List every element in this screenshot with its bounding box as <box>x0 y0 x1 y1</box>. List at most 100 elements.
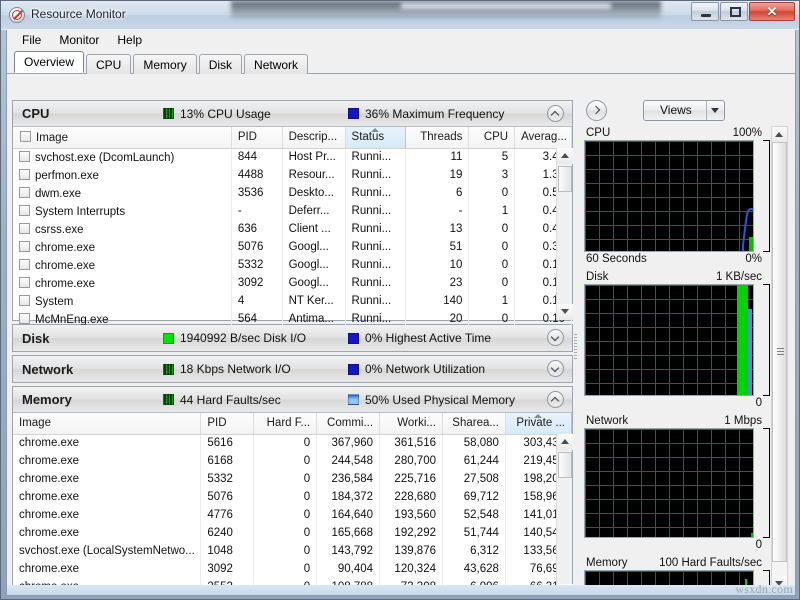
cpu-col-cpu[interactable]: CPU <box>468 127 516 149</box>
memory-cell-shareable: 43,628 <box>442 560 506 578</box>
memory-cell-working-set: 225,716 <box>379 470 443 488</box>
graph-pane-scrollbar[interactable] <box>771 126 788 592</box>
table-row[interactable]: chrome.exe 3092 Googl... Runni... 23 0 0.19 <box>13 274 572 292</box>
memory-cell-working-set: 228,680 <box>379 488 443 506</box>
row-checkbox[interactable] <box>19 168 30 180</box>
cpu-col-description[interactable]: Descrip... <box>282 127 346 149</box>
table-row[interactable]: chrome.exe 5076 Googl... Runni... 51 0 0.39 <box>13 238 572 256</box>
table-row[interactable]: svchost.exe (DcomLaunch) 844 Host Pr... Run… <box>13 148 572 166</box>
menu-help[interactable]: Help <box>108 31 151 49</box>
menu-bar: File Monitor Help <box>7 30 795 51</box>
row-checkbox[interactable] <box>19 186 30 198</box>
table-row[interactable]: chrome.exe 5616 0 367,960 361,516 58,080 303,4… <box>13 434 573 452</box>
table-row[interactable]: chrome.exe 3092 0 90,404 120,324 43,628 76,696 <box>13 560 573 578</box>
table-row[interactable]: csrss.exe 636 Client ... Runni... 13 0 0.40 <box>13 220 572 238</box>
tab-memory[interactable]: Memory <box>133 54 197 74</box>
memory-section-header[interactable]: Memory 44 Hard Faults/sec 50% Used Physi… <box>13 387 572 413</box>
graph-scroll-up-arrow[interactable] <box>772 127 787 142</box>
section-memory: Memory 44 Hard Faults/sec 50% Used Physi… <box>12 386 573 594</box>
cpu-cell-cpu: 3 <box>468 166 516 184</box>
views-button[interactable]: Views <box>643 99 725 121</box>
memory-col-shareable[interactable]: Sharea... <box>442 413 506 435</box>
tab-cpu[interactable]: CPU <box>86 54 132 74</box>
cpu-col-status[interactable]: Status <box>344 127 407 149</box>
cpu-table-body: svchost.exe (DcomLaunch) 844 Host Pr... Run… <box>13 148 572 328</box>
cpu-cell-image: chrome.exe <box>13 256 232 274</box>
tab-disk[interactable]: Disk <box>198 54 243 74</box>
table-row[interactable]: chrome.exe 4776 0 164,640 193,560 52,548 141,0… <box>13 506 573 524</box>
tab-network[interactable]: Network <box>244 54 309 74</box>
scroll-thumb-grip <box>777 348 784 356</box>
memory-process-table: Image PID Hard F... Commi... Worki... Sh… <box>13 413 573 594</box>
select-all-checkbox[interactable] <box>20 130 31 142</box>
cpu-cell-description: Googl... <box>282 256 346 274</box>
tab-overview[interactable]: Overview <box>14 51 85 73</box>
table-row[interactable]: chrome.exe 5076 0 184,372 228,680 69,712 158,9… <box>13 488 573 506</box>
disk-active-time-value: 0% Highest Active Time <box>365 331 492 345</box>
network-section-header[interactable]: Network 18 Kbps Network I/O 0% Network U… <box>13 356 572 382</box>
row-checkbox[interactable] <box>19 150 30 162</box>
cpu-col-pid[interactable]: PID <box>231 127 283 149</box>
memory-col-commit[interactable]: Commi... <box>316 413 381 435</box>
network-expand-chevron-down-icon[interactable] <box>547 360 564 377</box>
memory-cell-shareable: 58,080 <box>442 434 506 452</box>
cpu-scroll-thumb[interactable] <box>558 166 572 192</box>
table-row[interactable]: System Interrupts - Deferr... Runni... -1 0.4… <box>13 202 572 220</box>
row-checkbox[interactable] <box>19 276 30 288</box>
table-row[interactable]: dwm.exe 3536 Deskto... Runni... 6 0 0.59 <box>13 184 572 202</box>
table-row[interactable]: System 4 NT Ker... Runni... 140 1 0.19 <box>13 292 572 310</box>
disk-section-header[interactable]: Disk 1940992 B/sec Disk I/O 0% Highest A… <box>13 325 572 351</box>
cpu-scroll-up-arrow[interactable] <box>557 148 573 164</box>
table-row[interactable]: chrome.exe 6168 0 244,548 280,700 61,244 219,4… <box>13 452 573 470</box>
cpu-col-threads[interactable]: Threads <box>405 127 470 149</box>
memory-col-pid[interactable]: PID <box>200 413 255 435</box>
table-row[interactable]: chrome.exe 5332 0 236,584 225,716 27,508 198,2… <box>13 470 573 488</box>
memory-table-scrollbar[interactable] <box>556 434 573 594</box>
memory-col-image[interactable]: Image <box>13 413 202 435</box>
disk-active-time-stat: 0% Highest Active Time <box>348 331 491 345</box>
cpu-collapse-chevron-up-icon[interactable] <box>547 105 564 122</box>
row-checkbox[interactable] <box>19 240 30 252</box>
row-checkbox[interactable] <box>19 294 30 306</box>
graph-scroll-thumb[interactable] <box>772 142 787 562</box>
table-row[interactable]: chrome.exe 6240 0 165,668 192,292 51,744 140,5… <box>13 524 573 542</box>
chevron-down-icon[interactable] <box>707 107 724 113</box>
disk-expand-chevron-down-icon[interactable] <box>547 329 564 346</box>
cpu-graph-scale: 100% <box>732 127 762 139</box>
maximize-button[interactable] <box>720 2 748 21</box>
content-area: CPU 13% CPU Usage 36% Maximum Frequency <box>7 96 795 594</box>
cpu-table-scrollbar[interactable] <box>556 148 573 320</box>
row-checkbox[interactable] <box>19 312 30 324</box>
cpu-scroll-down-arrow[interactable] <box>557 304 573 320</box>
memory-cell-working-set: 139,876 <box>379 542 443 560</box>
memory-scroll-thumb[interactable] <box>558 452 572 478</box>
table-row[interactable]: svchost.exe (LocalSystemNetwo... 1048 0 143… <box>13 542 573 560</box>
memory-col-working-set[interactable]: Worki... <box>379 413 443 435</box>
chevron-right-icon[interactable] <box>586 99 607 121</box>
table-row[interactable]: perfmon.exe 4488 Resour... Runni... 19 3 1.35 <box>13 166 572 184</box>
table-row[interactable]: chrome.exe 5332 Googl... Runni... 10 0 0.19 <box>13 256 572 274</box>
disk-graph-plot <box>737 285 752 395</box>
cpu-col-image[interactable]: Image <box>13 127 232 149</box>
memory-cell-image: chrome.exe <box>13 488 202 506</box>
cpu-cell-cpu: 0 <box>468 238 516 256</box>
cpu-section-header[interactable]: CPU 13% CPU Usage 36% Maximum Frequency <box>13 101 572 127</box>
row-checkbox[interactable] <box>19 204 30 216</box>
cpu-cell-threads: 6 <box>405 184 470 202</box>
memory-cell-commit: 367,960 <box>316 434 381 452</box>
graph-block-cpu: CPU 100% 60 Seconds 0% <box>584 126 770 266</box>
memory-collapse-chevron-up-icon[interactable] <box>547 391 564 408</box>
row-checkbox[interactable] <box>19 222 30 234</box>
close-button[interactable]: ✕ <box>749 2 795 21</box>
row-checkbox[interactable] <box>19 258 30 270</box>
minimize-button[interactable] <box>691 2 719 21</box>
cpu-col-average[interactable]: Averag... <box>514 127 572 149</box>
memory-cell-working-set: 192,292 <box>379 524 443 542</box>
memory-scroll-up-arrow[interactable] <box>557 434 573 450</box>
cpu-cell-status: Runni... <box>345 166 407 184</box>
memory-col-private[interactable]: Private ... <box>504 413 573 435</box>
menu-file[interactable]: File <box>13 31 50 49</box>
memory-col-hard-faults[interactable]: Hard F... <box>253 413 318 435</box>
window-title: Resource Monitor <box>31 7 126 21</box>
menu-monitor[interactable]: Monitor <box>50 31 108 49</box>
